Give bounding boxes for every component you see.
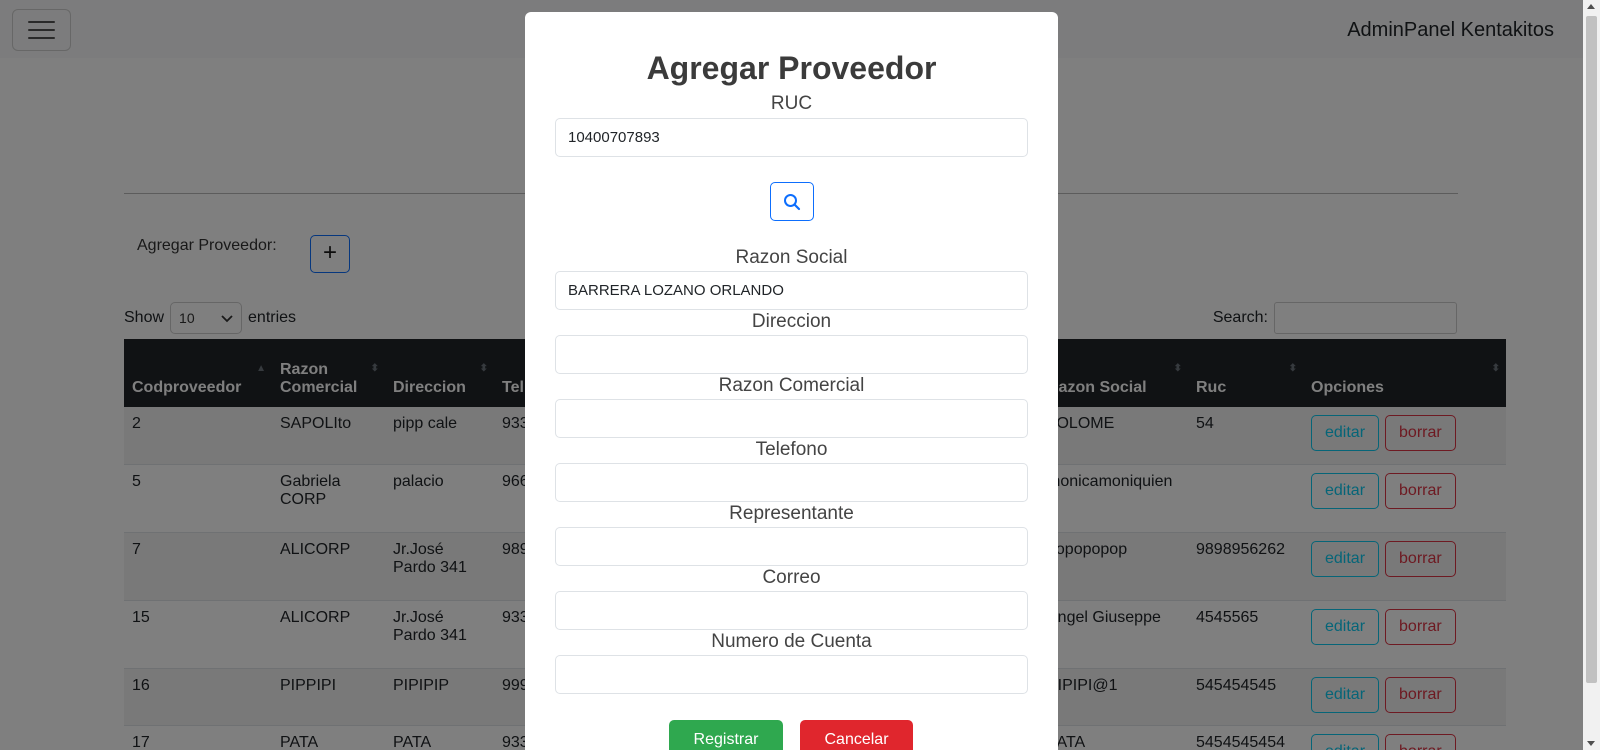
razon-comercial-input[interactable] <box>555 399 1028 438</box>
scroll-thumb[interactable] <box>1586 16 1597 683</box>
razon-social-input[interactable]: BARRERA LOZANO ORLANDO <box>555 271 1028 310</box>
telefono-label: Telefono <box>755 439 828 460</box>
cancel-button[interactable]: Cancelar <box>800 720 913 750</box>
page-scrollbar[interactable] <box>1583 0 1600 750</box>
modal-title: Agregar Proveedor <box>646 50 937 86</box>
direccion-input[interactable] <box>555 335 1028 374</box>
ruc-search-button[interactable] <box>770 182 814 221</box>
ruc-label: RUC <box>770 93 813 114</box>
add-provider-modal: Agregar Proveedor RUC 10400707893 Razon … <box>525 12 1058 750</box>
razon-comercial-label: Razon Comercial <box>718 375 865 396</box>
search-icon <box>784 193 801 210</box>
scroll-down-icon[interactable] <box>1587 741 1595 746</box>
telefono-input[interactable] <box>555 463 1028 502</box>
razon-social-label: Razon Social <box>735 247 848 268</box>
correo-input[interactable] <box>555 591 1028 630</box>
direccion-label: Direccion <box>751 311 832 332</box>
correo-label: Correo <box>762 567 821 588</box>
ruc-input[interactable]: 10400707893 <box>555 118 1028 157</box>
numero-cuenta-input[interactable] <box>555 655 1028 694</box>
representante-label: Representante <box>729 503 854 524</box>
scroll-up-icon[interactable] <box>1587 4 1595 9</box>
register-button[interactable]: Registrar <box>669 720 783 750</box>
numero-cuenta-label: Numero de Cuenta <box>711 631 872 652</box>
representante-input[interactable] <box>555 527 1028 566</box>
